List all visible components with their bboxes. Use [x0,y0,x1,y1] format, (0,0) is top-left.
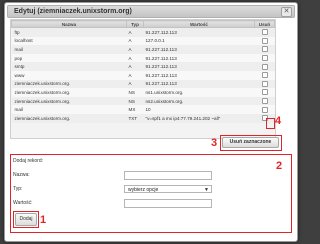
delete-selected-button[interactable]: Usuń zaznaczone [222,137,279,148]
record-delete-cell [254,36,275,46]
name-input[interactable] [124,171,212,180]
column-header-delete: Usuń [254,20,275,28]
table-row: ziemniaczek.unixstorm.org. NS ns2.unixstor… [11,96,275,106]
table-row: ftp A 91.227.112.113 [11,27,275,37]
edit-dialog: Edytuj (ziemniaczek.unixstorm.org) ✕ Naz… [4,2,298,242]
dialog-title: Edytuj (ziemniaczek.unixstorm.org) [14,8,132,15]
record-name-cell: localhost [11,36,127,46]
record-name-cell: mail [11,105,127,114]
record-value-cell: 91.227.112.113 [143,62,255,71]
record-type-cell: MX [126,105,144,114]
value-input[interactable] [124,199,212,208]
annotation-marker-1: 1 [40,214,47,226]
column-header-value: Wartość [143,20,255,28]
record-value-cell: 127.0.0.1 [143,36,255,46]
add-record-button[interactable]: Dodaj [15,213,37,226]
record-value-cell: 10 [143,105,255,114]
record-delete-cell [254,79,275,89]
record-delete-cell [254,96,275,106]
record-value-cell: 91.227.112.113 [143,27,255,37]
record-name-cell: pop [11,53,127,63]
checkbox-highlight [266,118,275,129]
record-delete-cell [254,88,275,97]
record-type-cell: NS [126,96,144,106]
record-value-cell: 91.227.112.113 [143,70,255,80]
record-delete-cell [254,70,275,80]
record-value-cell: ns2.unixstorm.org. [143,96,255,106]
record-name-cell: ziemniaczek.unixstorm.org. [11,79,127,89]
delete-checkbox[interactable] [261,37,268,44]
record-type-cell: A [126,70,144,80]
record-value-cell: ns1.unixstorm.org. [143,88,255,97]
type-select[interactable]: wybierz opcje ▼ [124,185,212,193]
delete-checkbox[interactable] [261,98,268,105]
record-delete-cell [254,53,275,63]
table-row: pop A 91.227.112.113 [11,53,275,63]
record-delete-cell [254,27,275,37]
delete-checkbox[interactable] [261,55,268,62]
annotation-marker-4: 4 [275,115,282,127]
add-record-panel: Dodaj rekord: 2 Nazwa: Typ: wybierz opcj… [10,154,292,233]
record-type-cell: A [126,45,144,54]
table-row: ziemniaczek.unixstorm.org. NS ns1.unixstor… [11,88,275,97]
table-row: mail MX 10 [11,105,275,114]
record-delete-cell [254,45,275,54]
record-name-cell: ziemniaczek.unixstorm.org. [11,88,127,97]
records-table: Nazwa Typ Wartość Usuń ftp A 91.227.112.11… [10,19,276,139]
table-row: ziemniaczek.unixstorm.org. TXT "v=spf1 a m… [11,113,275,123]
record-type-cell: TXT [126,113,144,123]
column-header-type: Typ [126,20,144,28]
record-value-cell: 91.227.112.113 [143,45,255,54]
record-type-cell: NS [126,88,144,97]
value-label: Wartość: [13,200,33,206]
table-row: smtp A 91.227.112.113 [11,62,275,71]
record-type-cell: A [126,36,144,46]
record-type-cell: A [126,62,144,71]
add-record-heading: Dodaj rekord: [13,158,44,164]
annotation-marker-2: 2 [276,160,283,172]
record-type-cell: A [126,27,144,37]
record-value-cell: "v=spf1 a mx ip4:77.79.241.202 ~all" [143,113,255,123]
column-header-name: Nazwa [11,20,127,28]
type-label: Typ: [13,186,23,192]
record-name-cell: mail [11,45,127,54]
record-type-cell: A [126,53,144,63]
delete-checkbox[interactable] [261,46,268,53]
name-label: Nazwa: [13,172,30,178]
dialog-titlebar[interactable]: Edytuj (ziemniaczek.unixstorm.org) ✕ [7,5,295,18]
record-delete-cell [254,105,275,114]
delete-checkbox[interactable] [261,80,268,87]
table-row: localhost A 127.0.0.1 [11,36,275,46]
record-value-cell: 91.227.112.113 [143,53,255,63]
record-name-cell: www [11,70,127,80]
delete-checkbox[interactable] [261,72,268,79]
record-name-cell: ziemniaczek.unixstorm.org. [11,96,127,106]
chevron-down-icon: ▼ [204,187,209,193]
record-name-cell: ziemniaczek.unixstorm.org. [11,113,127,123]
delete-checkbox[interactable] [261,89,268,96]
type-select-value: wybierz opcje [128,187,159,193]
delete-checkbox[interactable] [261,63,268,70]
record-delete-cell [254,62,275,71]
table-row: www A 91.227.112.113 [11,70,275,80]
record-name-cell: smtp [11,62,127,71]
close-icon[interactable]: ✕ [281,7,292,17]
table-row: mail A 91.227.112.113 [11,45,275,54]
delete-checkbox[interactable] [261,29,268,36]
annotation-marker-3: 3 [211,137,218,149]
record-name-cell: ftp [11,27,127,37]
record-type-cell: A [126,79,144,89]
record-value-cell: 91.227.112.113 [143,79,255,89]
table-row: ziemniaczek.unixstorm.org. A 91.227.112.11… [11,79,275,89]
delete-checkbox[interactable] [261,106,268,113]
